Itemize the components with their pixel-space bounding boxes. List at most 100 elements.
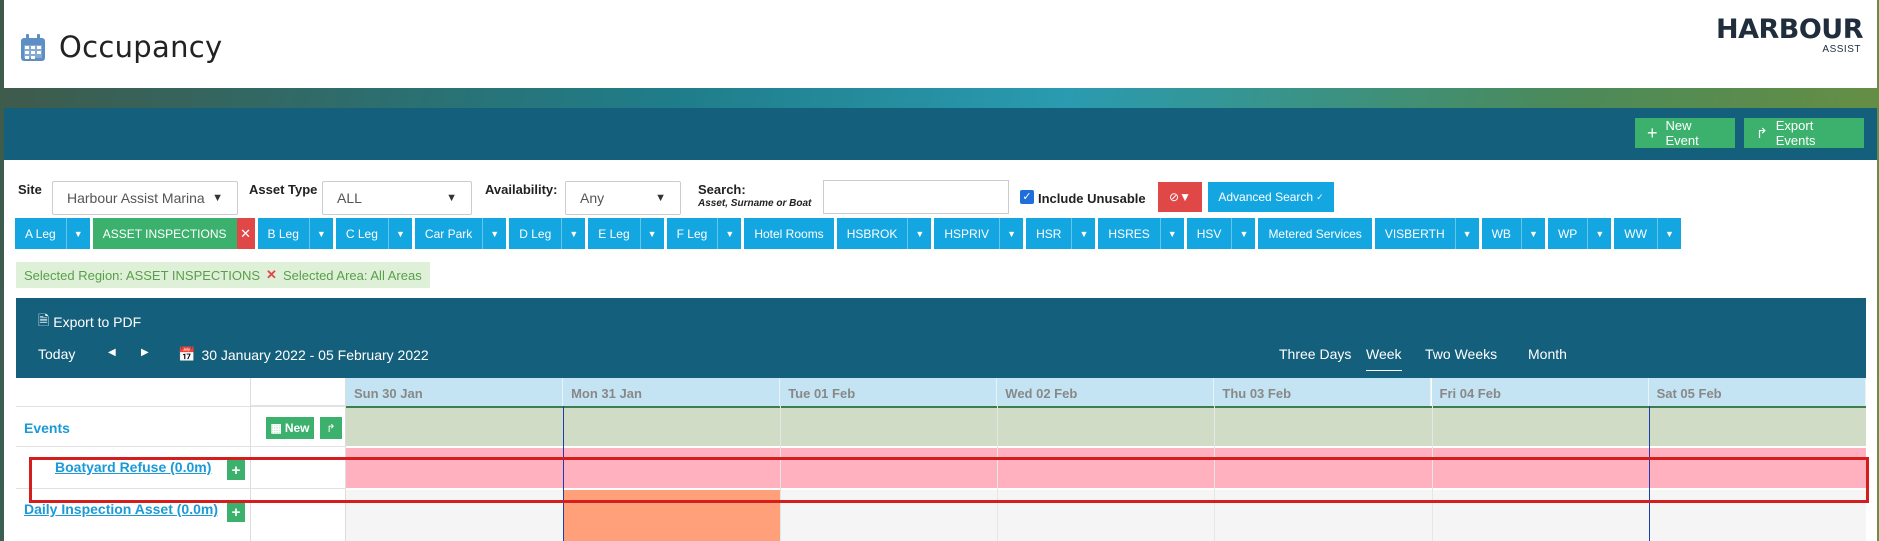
availability-select[interactable]: Any ▼: [565, 181, 681, 215]
region-tab[interactable]: ASSET INSPECTIONS ✕: [92, 218, 255, 249]
region-tab[interactable]: B Leg ▼: [257, 218, 333, 249]
resource-action-column: [251, 378, 346, 541]
add-booking-boatyard-button[interactable]: +: [227, 460, 245, 480]
today-button[interactable]: Today: [38, 346, 75, 362]
chevron-down-icon[interactable]: ▼: [482, 218, 506, 249]
region-tabs: A Leg ▼ ASSET INSPECTIONS ✕ B Leg ▼ C Leg ▼ Car …: [15, 218, 1681, 250]
view-week[interactable]: Week: [1366, 346, 1402, 371]
region-tab-label: A Leg: [25, 226, 56, 241]
region-tab[interactable]: E Leg ▼: [588, 218, 664, 249]
export-pdf-button[interactable]: 🗎 Export to PDF: [38, 310, 141, 334]
calendar-icon: ▦: [270, 421, 282, 435]
chevron-down-icon[interactable]: ▼: [717, 218, 741, 249]
site-select[interactable]: Harbour Assist Marina ▼: [52, 181, 238, 215]
new-event-label: New Event: [1665, 118, 1699, 148]
site-value: Harbour Assist Marina: [67, 190, 205, 206]
view-two-weeks[interactable]: Two Weeks: [1425, 346, 1497, 362]
view-three-days[interactable]: Three Days: [1279, 346, 1351, 362]
export-pdf-label: Export to PDF: [53, 314, 142, 330]
region-tab[interactable]: HSR ▼: [1026, 218, 1096, 249]
chevron-down-icon[interactable]: ▼: [308, 218, 333, 249]
logo-sub-text: ASSIST: [1822, 44, 1861, 55]
region-tab-label: HSV: [1196, 226, 1222, 241]
region-tab-label: WW: [1624, 226, 1647, 241]
day-divider: [1214, 406, 1216, 541]
chevron-down-icon[interactable]: ▼: [1231, 218, 1255, 249]
advanced-search-button[interactable]: Advanced Search ✓: [1208, 182, 1334, 212]
region-tab[interactable]: HSBROK ▼: [836, 218, 932, 249]
search-hint: Asset, Surname or Boat: [698, 198, 812, 209]
region-tab[interactable]: Metered Services: [1258, 218, 1372, 249]
plus-icon: +: [1647, 123, 1658, 143]
include-unusable-checkbox[interactable]: ✓: [1020, 190, 1034, 204]
region-tab-label: C Leg: [345, 226, 378, 241]
close-icon[interactable]: ✕: [236, 218, 255, 249]
main-panel: Site Harbour Assist Marina ▼ Asset Type …: [4, 160, 1877, 541]
chevron-down-icon[interactable]: ▼: [639, 218, 664, 249]
new-event-button[interactable]: + New Event: [1635, 118, 1735, 148]
chevron-down-icon[interactable]: ▼: [387, 218, 412, 249]
region-tab-label: WB: [1491, 226, 1511, 241]
chevron-down-icon[interactable]: ▼: [907, 218, 931, 249]
asset-type-select[interactable]: ALL ▼: [322, 181, 472, 215]
share-events-button[interactable]: ↱: [320, 417, 342, 439]
day-header: Sun 30 Jan: [346, 378, 564, 406]
region-tab-label: WP: [1557, 226, 1578, 241]
remove-region-icon[interactable]: ✕: [266, 267, 277, 283]
export-events-button[interactable]: ↱ Export Events: [1744, 118, 1864, 148]
region-tab[interactable]: D Leg ▼: [509, 218, 586, 249]
asset-type-label: Asset Type: [249, 182, 318, 197]
resource-boatyard-refuse[interactable]: Boatyard Refuse (0.0m): [55, 459, 211, 475]
region-tab[interactable]: VISBERTH ▼: [1374, 218, 1479, 249]
chevron-down-icon[interactable]: ▼: [1159, 218, 1184, 249]
region-tab[interactable]: WP ▼: [1547, 218, 1612, 249]
region-tab-label: Metered Services: [1268, 226, 1362, 241]
clear-filters-button[interactable]: ⊘▼: [1158, 182, 1202, 212]
next-arrow-icon[interactable]: ▶: [141, 347, 149, 358]
new-label: New: [284, 421, 310, 435]
chevron-down-icon[interactable]: ▼: [1587, 218, 1611, 249]
chevron-down-icon[interactable]: ▼: [999, 218, 1023, 249]
events-row[interactable]: [346, 406, 1866, 446]
day-header: Fri 04 Feb: [1431, 378, 1649, 406]
chevron-down-icon[interactable]: ▼: [1071, 218, 1095, 249]
chevron-down-icon[interactable]: ▼: [1656, 218, 1681, 249]
resource-daily-inspection[interactable]: Daily Inspection Asset (0.0m): [24, 501, 218, 517]
page-header: Occupancy HARBOUR ASSIST: [4, 0, 1877, 88]
region-tab[interactable]: HSV ▼: [1186, 218, 1256, 249]
region-tab[interactable]: F Leg ▼: [666, 218, 742, 249]
date-range[interactable]: 📅 30 January 2022 - 05 February 2022: [178, 346, 429, 363]
chevron-down-icon[interactable]: ▼: [561, 218, 585, 249]
region-tab-label: HSPRIV: [944, 226, 990, 241]
region-tab-label: HSR: [1036, 226, 1062, 241]
region-tab[interactable]: WW ▼: [1614, 218, 1681, 249]
prev-arrow-icon[interactable]: ◀: [108, 347, 116, 358]
region-tab[interactable]: HSRES ▼: [1098, 218, 1184, 249]
clear-filter-icon: ⊘▼: [1169, 190, 1191, 204]
availability-value: Any: [580, 190, 605, 206]
chevron-down-icon[interactable]: ▼: [65, 218, 90, 249]
region-tab[interactable]: HSPRIV ▼: [934, 218, 1024, 249]
row-divider: [16, 446, 346, 447]
add-booking-inspection-button[interactable]: +: [227, 502, 245, 522]
region-tab[interactable]: WB ▼: [1481, 218, 1545, 249]
export-events-label: Export Events: [1775, 118, 1816, 148]
new-event-small-button[interactable]: ▦ New: [266, 417, 314, 439]
date-range-label: 30 January 2022 - 05 February 2022: [201, 346, 429, 363]
region-tab[interactable]: Car Park ▼: [414, 218, 507, 249]
region-tab[interactable]: A Leg ▼: [15, 218, 90, 249]
day-header: Sat 05 Feb: [1648, 378, 1866, 406]
chevron-down-icon[interactable]: ▼: [1454, 218, 1479, 249]
booking-daily-inspection[interactable]: [563, 490, 780, 541]
logo-main-text: HARBOUR: [1715, 14, 1864, 45]
day-divider: [1648, 406, 1650, 541]
calendar-toolbar: 🗎 Export to PDF Today ◀ ▶ 📅 30 January 2…: [16, 298, 1866, 378]
action-bar: + New Event ↱ Export Events: [4, 108, 1877, 160]
calendar-icon: [21, 34, 45, 61]
view-month[interactable]: Month: [1528, 346, 1567, 362]
booking-boatyard-refuse[interactable]: [346, 448, 1866, 488]
region-tab[interactable]: C Leg ▼: [335, 218, 412, 249]
chevron-down-icon[interactable]: ▼: [1520, 218, 1545, 249]
search-input[interactable]: [823, 180, 1009, 214]
region-tab[interactable]: Hotel Rooms: [744, 218, 834, 249]
